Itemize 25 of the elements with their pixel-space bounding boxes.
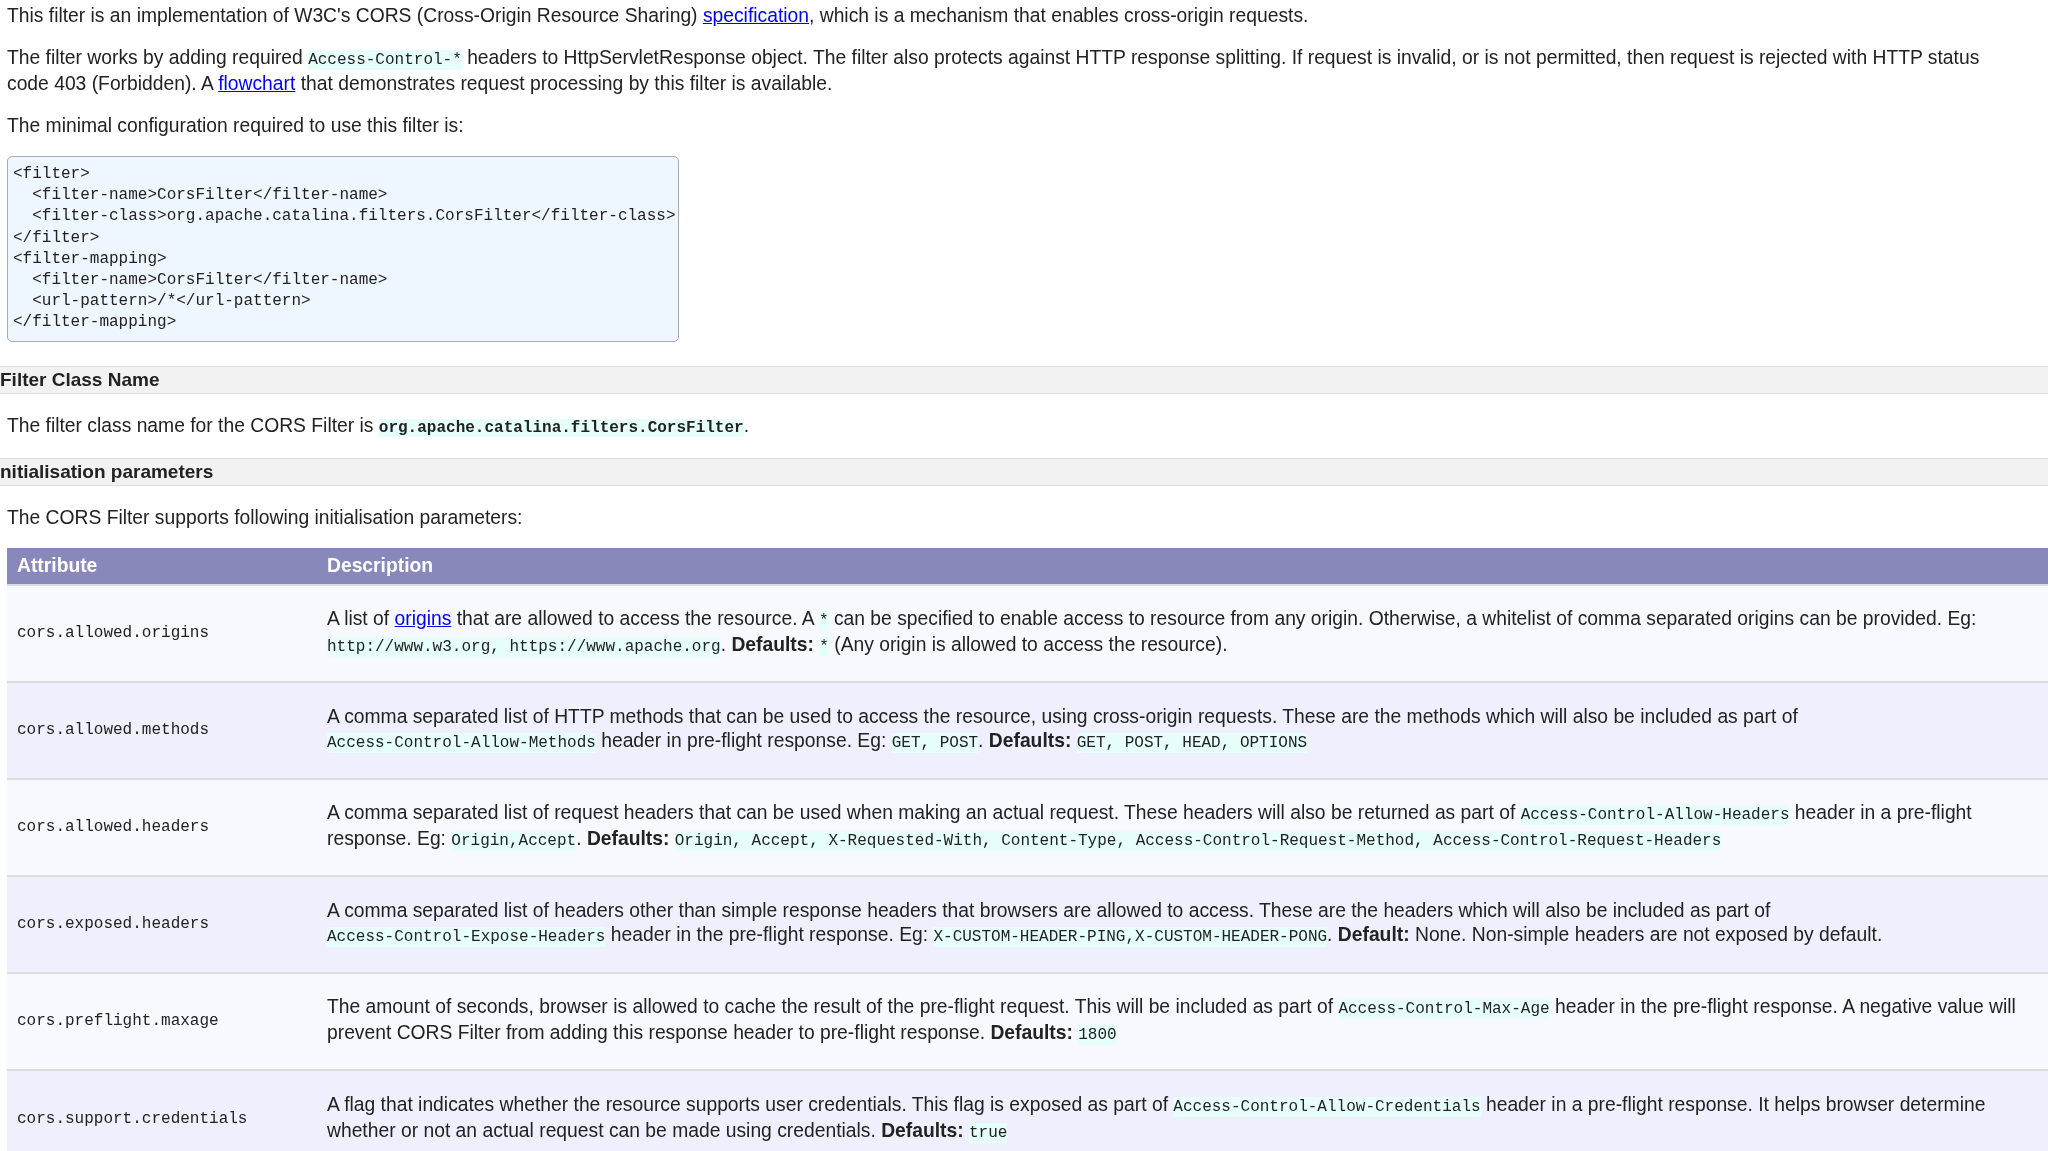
table-cell: cors.preflight.maxage <box>7 972 317 1070</box>
table-cell: A comma separated list of headers other than simple response headers that browsers are allowed to access. These are the headers which will also be included as part of Access-Control-Expose-Headers header in the pre-flight response. Eg: X-CUSTOM-HEADER-PING,X-CUSTOM-HEADER-PONG. Default: None. Non-simple headers are not exposed by default. <box>317 875 2048 973</box>
link[interactable]: specification <box>702 5 809 26</box>
column-header: Attribute <box>7 547 317 585</box>
column-header: Description <box>317 547 2048 585</box>
section-heading: nitialisation parameters <box>0 457 2048 486</box>
paragraph: This filter is an implementation of W3C's CORS (Cross-Origin Resource Sharing) specification, which is a mechanism that enables cross-origin requests. <box>7 4 1310 28</box>
table-cell: A flag that indicates whether the resource supports user credentials. This flag is exposed as part of Access-Control-Allow-Credentials header in a pre-flight response. It helps browser determine whether or not an actual request can be made using credentials. Defaults: true <box>317 1069 2048 1151</box>
table-cell: cors.allowed.methods <box>7 681 317 779</box>
table-cell: cors.allowed.headers <box>7 778 317 876</box>
table-cell: A comma separated list of HTTP methods that can be used to access the resource, using cross-origin requests. These are the methods which will also be included as part of Access-Control-Allow-Methods header in pre-flight response. Eg: GET, POST. Defaults: GET, POST, HEAD, OPTIONS <box>317 681 2048 779</box>
table-cell: cors.allowed.origins <box>7 584 317 682</box>
table-cell: cors.exposed.headers <box>7 875 317 973</box>
table-cell: The amount of seconds, browser is allowed to cache the result of the pre-flight request. This will be included as part of Access-Control-Max-Age header in the pre-flight response. A negative value will prevent CORS Filter from adding this response header to pre-flight response. Defaults: 1800 <box>317 972 2048 1070</box>
paragraph: The minimal configuration required to use this filter is: <box>7 114 465 138</box>
table-cell: cors.support.credentials <box>7 1069 317 1151</box>
paragraph: The filter class name for the CORS Filter is org.apache.catalina.filters.CorsFilter. <box>7 413 751 439</box>
section-heading: Filter Class Name <box>0 365 2048 394</box>
paragraph: The filter works by adding required Access-Control-* headers to HttpServletResponse object. The filter also protects against HTTP response splitting. If request is invalid, or is not permitted, then request is rejected with HTTP status code 403 (Forbidden). A flowchart that demonstrates request processing by this filter is available. <box>7 46 1981 96</box>
link[interactable]: flowchart <box>218 73 296 94</box>
table-cell: A list of origins that are allowed to access the resource. A * can be specified to enable access to resource from any origin. Otherwise, a whitelist of comma separated origins can be provided. Eg: http://www.w3.org, https://www.apache.org. Defaults: * (Any origin is allowed to access the resource). <box>317 584 2048 682</box>
paragraph: The CORS Filter supports following initialisation parameters: <box>7 505 524 530</box>
link[interactable]: origins <box>394 608 452 630</box>
table-cell: A comma separated list of request headers that can be used when making an actual request. These headers will also be returned as part of Access-Control-Allow-Headers header in a pre-flight response. Eg: Origin,Accept. Defaults: Origin, Accept, X-Requested-With, Content-Type, Access-Control-Request-Method, Access-Control-Request-Headers <box>317 778 2048 876</box>
code-block: <filter> <filter-name>CorsFilter</filter-name> <filter-class>org.apache.catalina.filters.CorsFilter</filter-class> </filter> <filter-mapping> <filter-name>CorsFilter</filter-name> <url-pattern>/*</url-pattern> </filter-mapping> <box>7 156 679 342</box>
